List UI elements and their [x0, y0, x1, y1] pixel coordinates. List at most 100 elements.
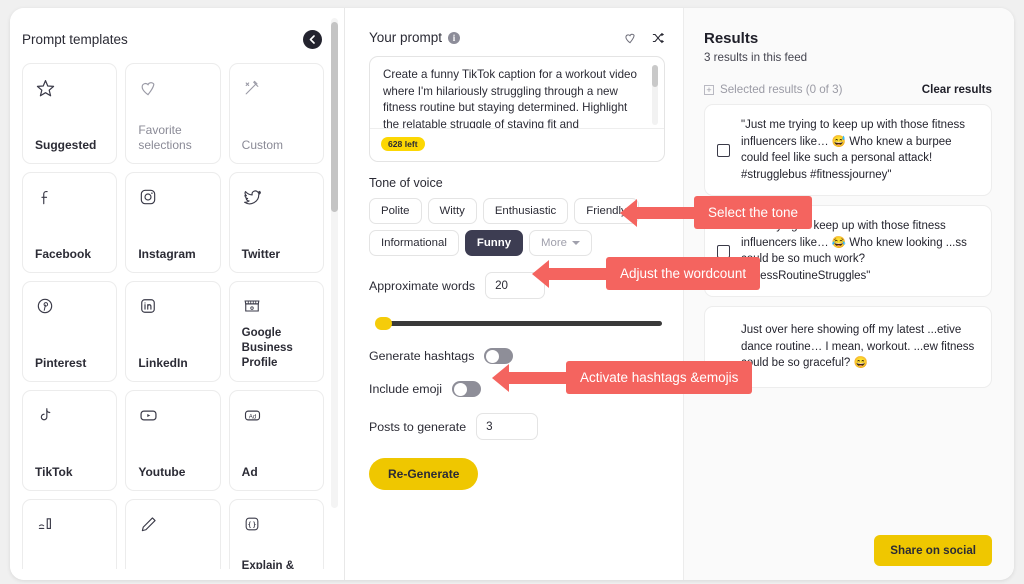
- tone-of-voice-label: Tone of voice: [369, 176, 443, 190]
- result-text: "Just trying to keep up with those fitne…: [741, 220, 967, 282]
- generate-hashtags-toggle[interactable]: [484, 348, 514, 364]
- collapse-sidebar-button[interactable]: [303, 30, 322, 49]
- approximate-words-row: Approximate words: [369, 272, 665, 299]
- storefront-icon: [242, 296, 311, 326]
- facebook-icon: [35, 187, 104, 217]
- chevron-left-icon: [309, 35, 315, 44]
- result-checkbox[interactable]: [717, 244, 730, 258]
- include-emoji-toggle[interactable]: [452, 381, 482, 397]
- plus-icon: +: [704, 84, 714, 95]
- results-subtitle: 3 results in this feed: [704, 51, 808, 64]
- tone-button-informational[interactable]: Informational: [369, 230, 459, 256]
- linkedin-icon: [138, 296, 207, 326]
- prompt-scrollbar-thumb[interactable]: [652, 65, 658, 87]
- template-card-linkedin[interactable]: LinkedIn: [125, 281, 221, 382]
- template-card-favorite-selections[interactable]: Favorite selections: [125, 63, 221, 164]
- results-title: Results: [704, 30, 759, 47]
- sidebar-header: Prompt templates: [10, 8, 344, 63]
- selected-results-toggle[interactable]: + Selected results (0 of 3): [704, 83, 842, 96]
- template-label: Favorite selections: [138, 123, 192, 152]
- templates-scroll-area: Suggested Favorite selections Custom Fac…: [10, 63, 344, 569]
- include-emoji-label: Include emoji: [369, 382, 443, 396]
- template-label: Pinterest: [35, 356, 87, 370]
- tone-button-friendly[interactable]: Friendly: [574, 198, 639, 224]
- sidebar-scrollbar-thumb[interactable]: [331, 22, 338, 212]
- ad-icon: Ad: [242, 405, 311, 435]
- sidebar-title: Prompt templates: [22, 32, 128, 47]
- template-card-suggested[interactable]: Suggested: [22, 63, 118, 164]
- template-card-instagram[interactable]: Instagram: [125, 172, 221, 273]
- prompt-header-actions: [623, 31, 665, 45]
- template-label: Custom: [241, 138, 283, 152]
- clear-results-button[interactable]: Clear results: [922, 83, 992, 96]
- prompt-textarea[interactable]: Create a funny TikTok caption for a work…: [370, 57, 664, 129]
- template-card-pinterest[interactable]: Pinterest: [22, 281, 118, 382]
- prompt-header-left: Your prompt i: [369, 30, 461, 45]
- prompt-templates-sidebar: Prompt templates Suggested Favorite sele…: [10, 8, 345, 580]
- templates-grid: Suggested Favorite selections Custom Fac…: [22, 63, 324, 569]
- posts-to-generate-row: Posts to generate: [369, 413, 665, 440]
- result-card[interactable]: "Just me trying to keep up with those fi…: [704, 104, 992, 196]
- pinterest-icon: [35, 296, 104, 326]
- heart-icon: [625, 33, 635, 43]
- template-card-tiktok[interactable]: TikTok: [22, 390, 118, 491]
- info-icon[interactable]: i: [448, 31, 461, 44]
- tone-button-polite[interactable]: Polite: [369, 198, 422, 224]
- tone-button-funny[interactable]: Funny: [464, 230, 524, 256]
- template-card-ad[interactable]: Ad Ad: [228, 390, 324, 491]
- tone-button-witty[interactable]: Witty: [427, 198, 477, 224]
- slider-track: [383, 321, 662, 326]
- prompt-title: Your prompt: [369, 30, 443, 45]
- rewrite-icon: [35, 514, 104, 544]
- template-label: Facebook: [35, 247, 92, 261]
- template-card-explain-expand[interactable]: Explain & Expand: [228, 499, 324, 569]
- favorite-prompt-button[interactable]: [623, 31, 637, 45]
- template-card-edit[interactable]: Edit: [125, 499, 221, 569]
- template-card-custom[interactable]: Custom: [228, 63, 324, 164]
- re-generate-button[interactable]: Re-Generate: [369, 458, 479, 490]
- posts-to-generate-input[interactable]: [476, 413, 539, 440]
- result-text: "Just me trying to keep up with those fi…: [741, 119, 965, 181]
- chars-left-badge: 628 left: [381, 137, 425, 151]
- tone-more-button[interactable]: More: [529, 230, 592, 256]
- slider-thumb[interactable]: [375, 317, 392, 330]
- result-card[interactable]: "Just trying to keep up with those fitne…: [704, 205, 992, 297]
- result-checkbox[interactable]: [717, 143, 730, 157]
- wand-icon: [242, 78, 311, 108]
- toggle-knob: [485, 349, 499, 363]
- results-panel: Results 3 results in this feed + Selecte…: [684, 8, 1014, 580]
- heart-icon: [138, 78, 207, 108]
- share-on-social-button[interactable]: Share on social: [874, 535, 992, 566]
- tone-row-1: Polite Witty Enthusiastic Friendly: [369, 198, 665, 224]
- shuffle-prompt-button[interactable]: [651, 31, 665, 45]
- template-label: Explain & Expand: [241, 560, 295, 569]
- tone-button-enthusiastic[interactable]: Enthusiastic: [482, 198, 569, 224]
- tone-row-2: Informational Funny More: [369, 230, 665, 256]
- template-card-google-business-profile[interactable]: Google Business Profile: [228, 281, 324, 382]
- chevron-down-icon: [571, 241, 580, 245]
- word-count-slider[interactable]: [369, 315, 662, 331]
- tone-more-label: More: [541, 237, 567, 249]
- template-label: LinkedIn: [138, 356, 188, 370]
- prompt-input-box[interactable]: Create a funny TikTok caption for a work…: [369, 56, 665, 162]
- template-card-rewrite[interactable]: Rewrite: [22, 499, 118, 569]
- result-card[interactable]: Just over here showing off my latest ...…: [704, 306, 992, 388]
- generate-hashtags-row: Generate hashtags: [369, 348, 665, 364]
- template-label: Twitter: [241, 247, 281, 261]
- template-card-facebook[interactable]: Facebook: [22, 172, 118, 273]
- result-text: Just over here showing off my latest ...…: [741, 324, 975, 370]
- approximate-words-input[interactable]: [485, 272, 546, 299]
- app-window: Prompt templates Suggested Favorite sele…: [10, 8, 1014, 580]
- toggle-knob: [453, 382, 467, 396]
- template-label: Google Business Profile: [241, 327, 293, 369]
- prompt-settings-panel: Your prompt i Create a funny TikTok capt…: [345, 8, 684, 580]
- prompt-header: Your prompt i: [369, 30, 665, 45]
- app-root: Prompt templates Suggested Favorite sele…: [0, 0, 1024, 584]
- template-card-twitter[interactable]: Twitter: [228, 172, 324, 273]
- svg-text:Ad: Ad: [248, 413, 255, 420]
- template-card-youtube[interactable]: Youtube: [125, 390, 221, 491]
- posts-to-generate-label: Posts to generate: [369, 419, 467, 434]
- approximate-words-label: Approximate words: [369, 278, 476, 293]
- instagram-icon: [138, 187, 207, 217]
- youtube-icon: [138, 405, 207, 435]
